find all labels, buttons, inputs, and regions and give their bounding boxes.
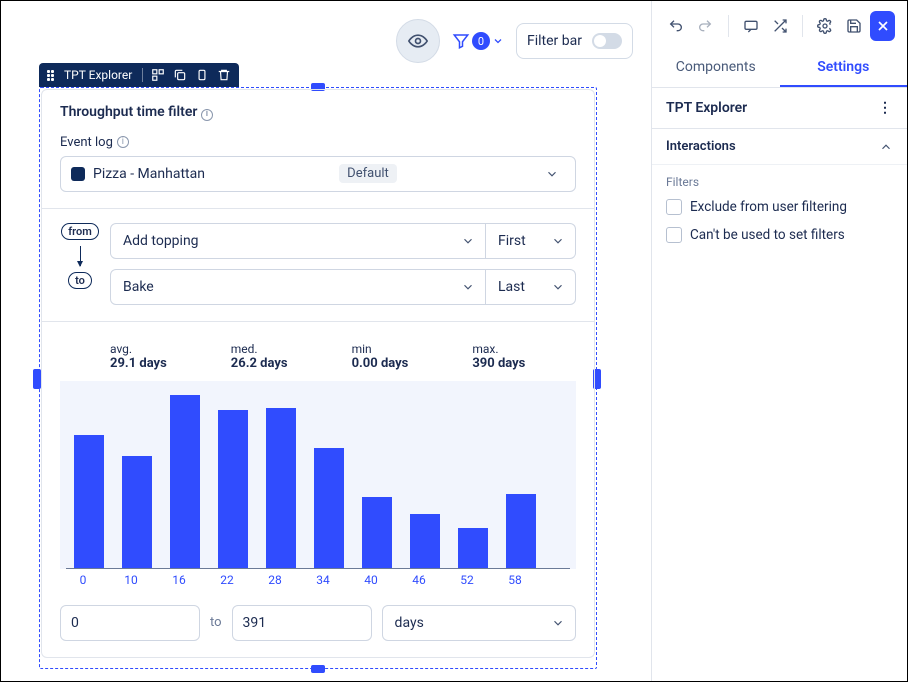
resize-handle-left[interactable]: [33, 369, 41, 389]
to-activity-select[interactable]: Bake: [110, 269, 486, 305]
chart-bar[interactable]: [170, 395, 200, 567]
x-tick: 0: [68, 573, 98, 587]
chevron-down-icon: [535, 167, 569, 181]
log-color-swatch: [71, 167, 85, 181]
range-to-label: to: [210, 615, 222, 630]
selection-title: TPT Explorer: [64, 68, 132, 82]
x-tick: 34: [308, 573, 338, 587]
from-activity-select[interactable]: Add topping: [110, 223, 486, 259]
to-chip: to: [68, 272, 92, 289]
chart-bar[interactable]: [218, 410, 248, 567]
interactions-accordion[interactable]: Interactions: [652, 129, 907, 165]
tab-components[interactable]: Components: [652, 49, 780, 87]
component-title: Throughput time filter i: [60, 104, 576, 121]
info-icon[interactable]: i: [201, 109, 213, 121]
cant-set-filter-label: Can't be used to set filters: [690, 227, 845, 243]
preview-eye-button[interactable]: [396, 19, 440, 63]
event-log-value: Pizza - Manhattan: [93, 166, 205, 182]
x-tick: 52: [452, 573, 482, 587]
x-tick: 16: [164, 573, 194, 587]
chart-bar[interactable]: [410, 514, 440, 567]
undo-button[interactable]: [664, 11, 689, 41]
x-tick: 10: [116, 573, 146, 587]
to-mode-select[interactable]: Last: [486, 269, 576, 305]
chart-x-labels: 0 10 16 22 28 34 40 46 52 58: [60, 569, 576, 589]
drag-grip-icon: [47, 70, 54, 81]
chart-bar[interactable]: [506, 494, 536, 568]
exclude-filter-label: Exclude from user filtering: [690, 199, 847, 215]
chart-bar[interactable]: [362, 497, 392, 567]
duplicate-icon[interactable]: [173, 68, 187, 82]
chart-bar[interactable]: [74, 435, 104, 568]
x-tick: 58: [500, 573, 530, 587]
unit-select[interactable]: days: [382, 605, 576, 641]
exclude-filter-checkbox[interactable]: [666, 199, 682, 215]
resize-handle-bottom[interactable]: [311, 665, 325, 673]
shuffle-icon[interactable]: [767, 11, 792, 41]
from-chip: from: [61, 223, 99, 240]
save-icon[interactable]: [841, 11, 866, 41]
x-tick: 22: [212, 573, 242, 587]
settings-gear-icon[interactable]: [813, 11, 838, 41]
settings-heading: TPT Explorer: [666, 100, 747, 116]
chart-bar[interactable]: [122, 456, 152, 568]
redo-button[interactable]: [693, 11, 718, 41]
tab-settings[interactable]: Settings: [780, 49, 908, 87]
filter-count-badge: 0: [472, 32, 490, 50]
x-tick: 40: [356, 573, 386, 587]
event-log-default-badge: Default: [339, 164, 397, 183]
filter-funnel-button[interactable]: 0: [452, 32, 504, 50]
chat-icon[interactable]: [738, 11, 763, 41]
align-icon[interactable]: [151, 68, 165, 82]
filter-bar-toggle[interactable]: Filter bar: [516, 23, 633, 59]
x-tick: 46: [404, 573, 434, 587]
x-tick: 28: [260, 573, 290, 587]
more-menu-icon[interactable]: ⋮: [878, 100, 893, 116]
info-icon[interactable]: i: [117, 136, 129, 148]
chart-bar[interactable]: [314, 448, 344, 567]
chart-bar[interactable]: [458, 528, 488, 568]
close-button[interactable]: [870, 11, 895, 41]
toggle-switch-icon: [592, 33, 622, 49]
arrow-down-icon: [80, 246, 81, 266]
range-to-input[interactable]: 391: [232, 605, 372, 641]
chart-bar[interactable]: [266, 408, 296, 567]
selection-title-bar[interactable]: TPT Explorer: [39, 63, 239, 87]
filter-bar-label: Filter bar: [527, 33, 582, 49]
paste-icon[interactable]: [195, 68, 209, 82]
filters-subheading: Filters: [652, 165, 907, 193]
histogram-chart[interactable]: [66, 381, 570, 569]
from-mode-select[interactable]: First: [486, 223, 576, 259]
event-log-label: Event log: [60, 135, 113, 150]
delete-icon[interactable]: [217, 68, 231, 82]
cant-set-filter-checkbox[interactable]: [666, 227, 682, 243]
event-log-select[interactable]: Pizza - Manhattan Default: [60, 156, 576, 192]
range-from-input[interactable]: 0: [60, 605, 200, 641]
